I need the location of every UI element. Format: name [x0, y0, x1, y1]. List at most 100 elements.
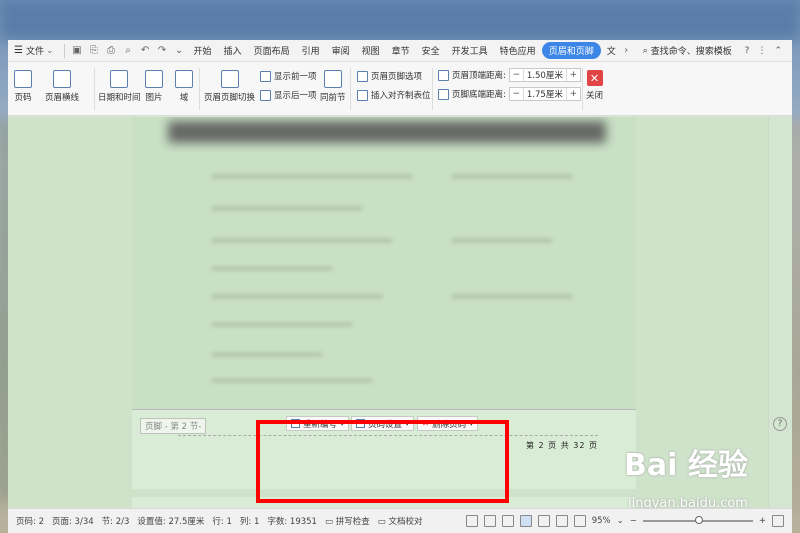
doc-proof-icon: ▭: [377, 517, 386, 527]
page-number-icon: [14, 70, 32, 88]
tab-security[interactable]: 安全: [416, 44, 446, 57]
footer-section-tag: 页脚 - 第 2 节-: [140, 418, 207, 434]
close-icon: ✕: [586, 70, 603, 86]
status-word-count[interactable]: 字数: 19351: [267, 515, 317, 527]
reading-mode-icon[interactable]: [483, 515, 496, 527]
switch-icon: [220, 70, 239, 88]
footer-bottom-spinner[interactable]: − 1.75厘米 +: [508, 87, 581, 101]
show-prev-icon: [260, 70, 271, 82]
status-section: 节: 2/3: [101, 517, 130, 527]
command-search[interactable]: ⌕ 查找命令、搜索模板: [642, 44, 732, 58]
increase-icon[interactable]: +: [567, 89, 580, 99]
show-next-label: 显示后一项: [274, 91, 317, 101]
tab-page-layout[interactable]: 页面布局: [248, 44, 296, 57]
redo-icon[interactable]: ↷: [156, 44, 169, 57]
header-top-distance-label: 页眉顶端距离:: [452, 71, 506, 81]
search-icon: ⌕: [642, 45, 648, 56]
header-top-value[interactable]: 1.50厘米: [522, 69, 567, 81]
chevron-down-icon: ⌄: [45, 45, 54, 56]
calendar-icon: [110, 70, 129, 88]
fit-window-icon[interactable]: [772, 515, 784, 527]
footer-bottom-value[interactable]: 1.75厘米: [522, 88, 567, 100]
footer-distance-icon: [438, 88, 449, 100]
fullscreen-icon[interactable]: [465, 515, 478, 527]
spell-check-label: 拼写检查: [335, 517, 370, 527]
close-label: 关闭: [586, 91, 604, 101]
menu-separator: [63, 43, 65, 58]
eye-protection-icon[interactable]: [573, 515, 586, 527]
insert-align-tab-label: 插入对齐制表位: [371, 91, 431, 101]
close-header-footer-button[interactable]: ✕ 关闭: [586, 70, 603, 101]
header-line-icon: [53, 70, 71, 88]
help-icon[interactable]: ?: [745, 46, 750, 56]
spell-check-button[interactable]: ▭ 拼写检查: [325, 515, 370, 527]
highlight-annotation-box: [256, 420, 509, 503]
same-as-prev-icon: [323, 70, 342, 88]
vertical-scrollbar[interactable]: ?: [768, 117, 792, 508]
pen-icon[interactable]: [501, 515, 514, 527]
save-icon[interactable]: ▣: [71, 44, 84, 57]
status-page-code: 页码: 2: [16, 517, 44, 527]
web-view-icon[interactable]: [555, 515, 568, 527]
zoom-level[interactable]: 95%: [592, 516, 611, 526]
footer-bottom-distance-label: 页脚底端距离:: [452, 90, 506, 100]
collapse-ribbon-icon[interactable]: ⌃: [774, 46, 782, 56]
show-prev-label: 显示前一项: [274, 72, 317, 82]
customize-icon[interactable]: ⌄: [173, 44, 186, 57]
tab-references[interactable]: 引用: [296, 44, 326, 57]
same-as-prev-label: 同前节: [320, 93, 346, 103]
tab-developer[interactable]: 开发工具: [446, 44, 494, 57]
outline-view-icon[interactable]: [537, 515, 550, 527]
file-menu[interactable]: ☰ 文件 ⌄: [8, 44, 60, 57]
zoom-dropdown-icon[interactable]: ⌄: [617, 516, 624, 526]
picture-button[interactable]: 图片: [145, 70, 163, 103]
file-menu-label: 文件: [25, 47, 44, 57]
increase-icon[interactable]: +: [567, 70, 580, 80]
doc-proof-button[interactable]: ▭ 文档校对: [378, 515, 423, 527]
help-circle-icon[interactable]: ?: [773, 417, 787, 431]
scroll-tabs-right-icon[interactable]: ›: [620, 44, 633, 57]
status-page[interactable]: 页面: 3/34: [52, 515, 94, 527]
insert-align-tab-icon: [357, 89, 368, 101]
header-top-spinner[interactable]: − 1.50厘米 +: [508, 68, 581, 82]
zoom-slider[interactable]: [642, 516, 753, 524]
field-button[interactable]: 域: [175, 70, 193, 103]
tab-special-apps[interactable]: 特色应用: [494, 44, 542, 57]
tab-header-footer[interactable]: 页眉和页脚: [541, 42, 601, 59]
tab-insert[interactable]: 插入: [218, 44, 248, 57]
ribbon-separator: [199, 68, 200, 110]
switch-header-footer-button[interactable]: 页眉页脚切换: [204, 70, 255, 103]
header-line-button[interactable]: 页眉横线: [45, 70, 79, 103]
date-time-button[interactable]: 日期和时间: [98, 70, 141, 103]
zoom-out-icon[interactable]: −: [630, 516, 637, 526]
hf-options-label: 页眉页脚选项: [371, 72, 423, 82]
tab-review[interactable]: 审阅: [326, 44, 356, 57]
decrease-icon[interactable]: −: [510, 70, 523, 80]
page-view-icon[interactable]: [519, 515, 532, 527]
show-next-button[interactable]: 显示后一项: [260, 89, 317, 101]
tab-more[interactable]: 文: [601, 44, 618, 57]
same-as-prev-button[interactable]: 同前节: [320, 70, 346, 103]
zoom-slider-handle[interactable]: [694, 516, 703, 524]
status-bar: 页码: 2 页面: 3/34 节: 2/3 设置值: 27.5厘米 行: 1 列…: [8, 508, 792, 533]
header-line-label: 页眉横线: [45, 93, 80, 103]
picture-label: 图片: [145, 93, 163, 103]
tab-home[interactable]: 开始: [188, 44, 218, 57]
undo-icon[interactable]: ↶: [139, 44, 152, 57]
insert-align-tab-button[interactable]: 插入对齐制表位: [357, 89, 431, 101]
zoom-in-icon[interactable]: +: [759, 516, 766, 526]
show-prev-button[interactable]: 显示前一项: [260, 70, 317, 82]
status-column: 列: 1: [239, 517, 260, 527]
header-footer-ribbon: 页码 页眉横线 日期和时间 图片 域 页眉页脚切换 显示前一项 显示后一项 同前…: [8, 62, 792, 116]
print-preview-icon[interactable]: ⌕: [122, 44, 135, 57]
export-icon[interactable]: ⎘: [88, 44, 101, 57]
more-options-icon[interactable]: ⋮: [757, 46, 766, 56]
print-icon[interactable]: ⎙: [105, 44, 118, 57]
hf-options-button[interactable]: 页眉页脚选项: [357, 70, 422, 82]
field-label: 域: [179, 93, 189, 103]
decrease-icon[interactable]: −: [510, 89, 523, 99]
page-number-button[interactable]: 页码: [14, 70, 32, 103]
status-row: 行: 1: [212, 517, 232, 527]
tab-view[interactable]: 视图: [356, 44, 386, 57]
tab-section[interactable]: 章节: [386, 44, 416, 57]
